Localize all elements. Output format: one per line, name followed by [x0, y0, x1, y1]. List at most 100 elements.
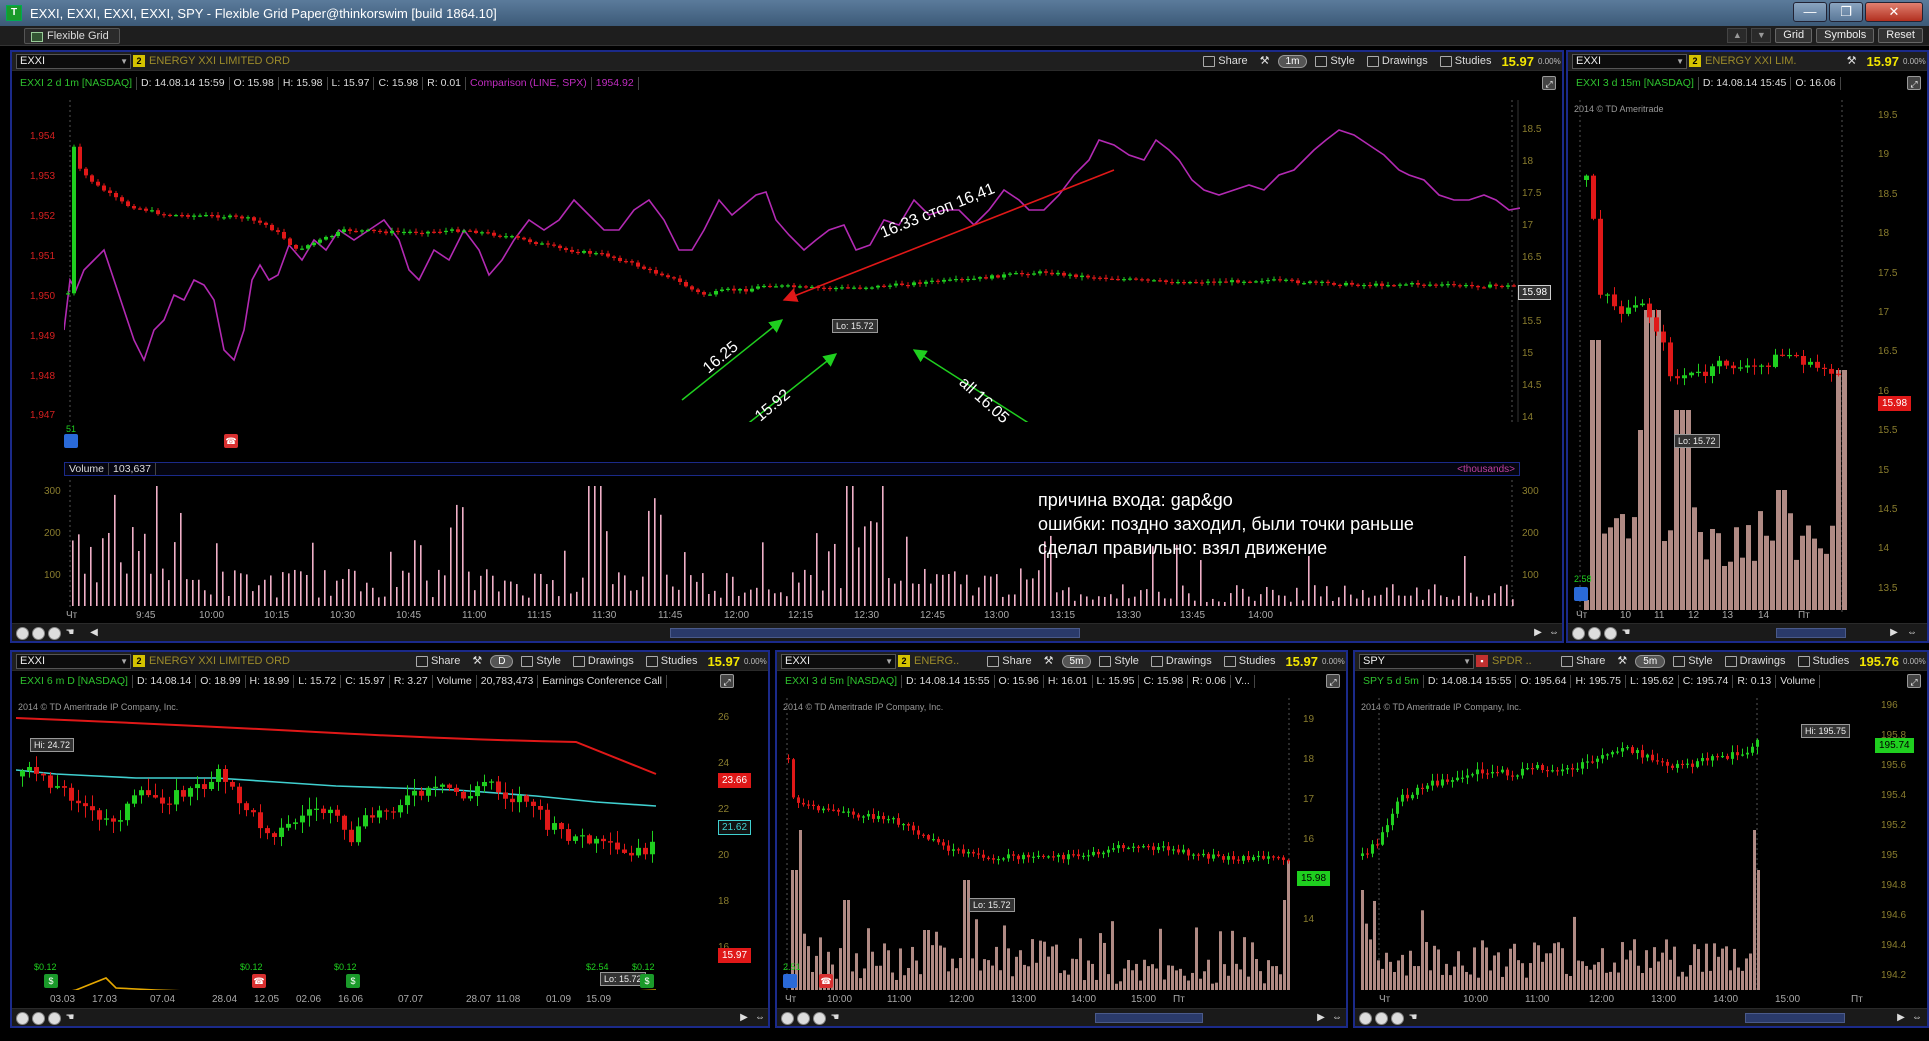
maximize-button[interactable]: ❐ [1829, 2, 1863, 22]
expand-icon[interactable]: ⤢ [1326, 674, 1340, 688]
tools-icon[interactable]: ⚒ [1256, 54, 1274, 69]
zoom-in-icon[interactable] [16, 627, 29, 640]
style-button[interactable]: Style [517, 654, 564, 669]
dividend-icon[interactable]: $ [44, 974, 58, 988]
drawings-button[interactable]: Drawings [1147, 654, 1216, 669]
volume-average-line [71, 977, 656, 990]
zoom-in-icon[interactable] [16, 1012, 29, 1025]
volume-bar [678, 589, 680, 606]
expand-icon[interactable]: ⤢ [1907, 674, 1921, 688]
phone-event-icon[interactable]: ☎ [819, 974, 833, 988]
expand-icon[interactable]: ⤢ [1542, 76, 1556, 90]
candle [1386, 825, 1389, 833]
price-chart-bottom-middle[interactable] [781, 698, 1296, 990]
candle [1200, 282, 1204, 284]
tools-icon[interactable]: ⚒ [1613, 654, 1631, 669]
minimize-button[interactable]: — [1793, 2, 1827, 22]
aggregation-selector[interactable]: 1m [1277, 55, 1308, 68]
crosshair-icon[interactable] [1588, 627, 1601, 640]
flexible-grid-tab[interactable]: Flexible Grid [24, 27, 120, 44]
style-button[interactable]: Style [1669, 654, 1716, 669]
grid-button[interactable]: Grid [1775, 28, 1813, 43]
price-chart-right[interactable] [1572, 100, 1850, 612]
link-group-icon[interactable]: ▪ [1476, 655, 1488, 667]
link-group-icon[interactable]: 2 [1689, 55, 1701, 67]
symbol-selector[interactable]: EXXI [1572, 53, 1687, 69]
aggregation-selector[interactable]: 5m [1635, 655, 1666, 668]
studies-button[interactable]: Studies [1220, 654, 1280, 669]
crosshair-icon[interactable] [797, 1012, 810, 1025]
hand-icon[interactable]: ☚ [64, 1012, 76, 1024]
share-button[interactable]: Share [412, 654, 464, 669]
symbol-selector[interactable]: SPY [1359, 653, 1474, 669]
symbol-selector[interactable]: EXXI [781, 653, 896, 669]
scroll-down-icon[interactable]: ▼ [1751, 28, 1772, 43]
expand-time-icon[interactable]: ⇔ [754, 1012, 766, 1024]
link-group-icon[interactable]: 2 [898, 655, 910, 667]
expand-icon[interactable]: ⤢ [720, 674, 734, 688]
price-chart-main[interactable] [64, 100, 1520, 422]
tools-icon[interactable]: ⚒ [1843, 54, 1861, 69]
expand-time-icon[interactable]: ⇔ [1906, 627, 1918, 639]
horizontal-scrollbar[interactable] [1095, 1013, 1203, 1023]
reset-button[interactable]: Reset [1878, 28, 1923, 43]
style-button[interactable]: Style [1311, 54, 1358, 69]
expand-time-icon[interactable]: ⇔ [1548, 627, 1560, 639]
symbol-selector[interactable]: EXXI [16, 53, 131, 69]
crosshair-icon[interactable] [32, 627, 45, 640]
magnifier-icon[interactable] [1604, 627, 1617, 640]
hand-icon[interactable]: ☚ [829, 1012, 841, 1024]
expand-time-icon[interactable]: ⇔ [1331, 1012, 1343, 1024]
symbol-selector[interactable]: EXXI [16, 653, 131, 669]
crosshair-icon[interactable] [1375, 1012, 1388, 1025]
scroll-right-icon[interactable]: ▶ [1532, 627, 1544, 639]
horizontal-scrollbar[interactable] [1776, 628, 1846, 638]
phone-event-icon[interactable]: ☎ [224, 434, 238, 448]
expand-icon[interactable]: ⤢ [1907, 76, 1921, 90]
studies-button[interactable]: Studies [1436, 54, 1496, 69]
dividend-icon[interactable]: $ [640, 974, 654, 988]
hand-icon[interactable]: ☚ [1407, 1012, 1419, 1024]
close-button[interactable]: ✕ [1865, 2, 1923, 22]
tools-icon[interactable]: ⚒ [1040, 654, 1058, 669]
scroll-up-icon[interactable]: ▲ [1727, 28, 1748, 43]
price-chart-bottom-left[interactable] [16, 698, 716, 990]
link-group-icon[interactable]: 2 [133, 655, 145, 667]
share-button[interactable]: Share [1557, 654, 1609, 669]
drawings-button[interactable]: Drawings [569, 654, 638, 669]
phone-event-icon[interactable]: ☎ [252, 974, 266, 988]
crosshair-icon[interactable] [32, 1012, 45, 1025]
magnifier-icon[interactable] [1391, 1012, 1404, 1025]
style-button[interactable]: Style [1095, 654, 1142, 669]
tools-icon[interactable]: ⚒ [468, 654, 486, 669]
horizontal-scrollbar[interactable] [1745, 1013, 1845, 1023]
scroll-left-icon[interactable]: ◀ [88, 627, 100, 639]
scroll-right-icon[interactable]: ▶ [1888, 627, 1900, 639]
zoom-in-icon[interactable] [781, 1012, 794, 1025]
magnifier-icon[interactable] [813, 1012, 826, 1025]
drawings-button[interactable]: Drawings [1721, 654, 1790, 669]
aggregation-selector[interactable]: 5m [1061, 655, 1092, 668]
studies-button[interactable]: Studies [642, 654, 702, 669]
share-button[interactable]: Share [983, 654, 1035, 669]
scroll-right-icon[interactable]: ▶ [1895, 1012, 1907, 1024]
expand-time-icon[interactable]: ⇔ [1911, 1012, 1923, 1024]
magnifier-icon[interactable] [48, 627, 61, 640]
candle [587, 835, 592, 844]
zoom-in-icon[interactable] [1572, 627, 1585, 640]
studies-button[interactable]: Studies [1794, 654, 1854, 669]
scroll-right-icon[interactable]: ▶ [1315, 1012, 1327, 1024]
aggregation-selector[interactable]: D [490, 655, 514, 668]
dividend-icon[interactable]: $ [346, 974, 360, 988]
price-chart-bottom-right[interactable] [1359, 698, 1857, 990]
scroll-right-icon[interactable]: ▶ [738, 1012, 750, 1024]
share-button[interactable]: Share [1199, 54, 1251, 69]
symbols-button[interactable]: Symbols [1816, 28, 1875, 43]
zoom-in-icon[interactable] [1359, 1012, 1372, 1025]
drawings-button[interactable]: Drawings [1363, 54, 1432, 69]
link-group-icon[interactable]: 2 [133, 55, 145, 67]
magnifier-icon[interactable] [48, 1012, 61, 1025]
hand-icon[interactable]: ☚ [1620, 627, 1632, 639]
horizontal-scrollbar[interactable] [670, 628, 1080, 638]
hand-icon[interactable]: ☚ [64, 627, 76, 639]
